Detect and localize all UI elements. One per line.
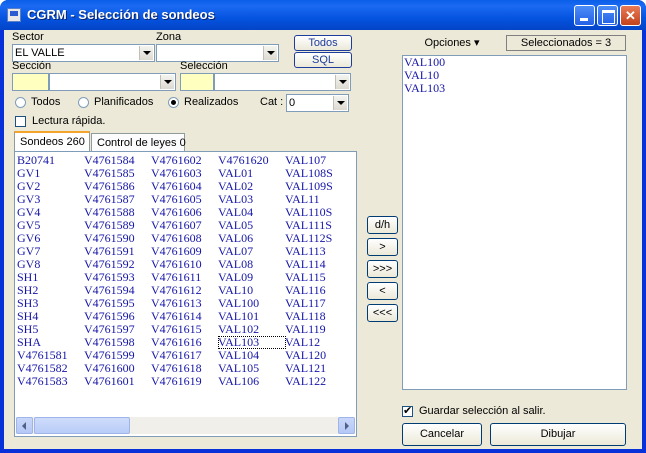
close-icon: ✕	[625, 8, 636, 23]
cat-label: Cat :	[260, 96, 284, 108]
chevron-down-icon[interactable]	[139, 46, 153, 60]
cancel-button[interactable]: Cancelar	[402, 423, 482, 446]
radio-realizados[interactable]	[168, 97, 179, 108]
seccion-color-swatch	[12, 73, 49, 91]
todos-button[interactable]: Todos	[294, 35, 352, 51]
grid-column: V4761584 V4761585 V4761586 V4761587 V4761588…	[84, 154, 152, 388]
lectura-rapida-label: Lectura rápida.	[32, 115, 106, 127]
window-title: CGRM - Selección de sondeos	[27, 7, 215, 22]
list-item[interactable]: V4761583	[17, 375, 85, 388]
dialog-body: Sector EL VALLE Zona Todos SQL Sección S…	[4, 30, 642, 449]
guardar-label: Guardar selección al salir.	[419, 405, 546, 417]
cat-combo[interactable]: 0	[286, 94, 349, 112]
radio-todos[interactable]	[15, 97, 26, 108]
chevron-down-icon[interactable]	[333, 96, 347, 110]
zona-label: Zona	[156, 31, 182, 43]
sector-label: Sector	[12, 31, 44, 43]
sql-button[interactable]: SQL	[294, 52, 352, 68]
radio-planificados[interactable]	[78, 97, 89, 108]
draw-button[interactable]: Dibujar	[490, 423, 626, 446]
chevron-down-icon[interactable]	[263, 46, 277, 60]
list-item[interactable]: VAL122	[285, 375, 353, 388]
tab-control-count: 0	[179, 137, 186, 149]
grid-column: V4761602 V4761603 V4761604 V4761605 V4761606…	[151, 154, 219, 388]
horizontal-scrollbar[interactable]	[16, 417, 355, 434]
cat-value: 0	[289, 97, 296, 109]
minimize-button[interactable]	[574, 5, 595, 26]
maximize-button[interactable]	[597, 5, 618, 26]
seleccion-color-swatch	[180, 73, 214, 91]
tab-sondeos-label: Sondeos	[20, 136, 64, 148]
seleccion-label: Selección	[180, 60, 228, 72]
opciones-label: Opciones	[424, 37, 471, 49]
seleccion-combo[interactable]	[214, 73, 351, 91]
tab-sondeos-count: 260	[66, 136, 85, 148]
options-bar: Opciones ▾ Seleccionados = 3	[402, 33, 632, 53]
selected-count: Seleccionados = 3	[506, 35, 626, 51]
selected-list[interactable]: VAL100 VAL10 VAL103	[402, 55, 627, 390]
list-item[interactable]: VAL106	[218, 375, 286, 388]
add-selected-button[interactable]: >	[367, 238, 398, 256]
grid-column: B20741 GV1 GV2 GV3 GV4 GV5 GV6 GV7 GV8 SH1 SH2 SH3 S…	[17, 154, 85, 388]
chevron-down-icon: ▾	[474, 37, 480, 49]
chevron-down-icon[interactable]	[160, 75, 174, 89]
sector-value: EL VALLE	[15, 47, 65, 59]
close-button[interactable]: ✕	[620, 5, 641, 26]
tab-control-label: Control de leyes	[97, 137, 177, 149]
tab-control-de-leyes[interactable]: Control de leyes 0	[91, 133, 186, 152]
lectura-rapida-checkbox[interactable]	[15, 116, 26, 127]
sondeos-grid[interactable]: B20741 GV1 GV2 GV3 GV4 GV5 GV6 GV7 GV8 SH1 SH2 SH3 S…	[17, 154, 354, 414]
chevron-down-icon[interactable]	[335, 75, 349, 89]
scroll-right-icon[interactable]	[338, 417, 355, 434]
remove-all-button[interactable]: <<<	[367, 304, 398, 322]
grid-column: VAL107 VAL108S VAL109S VAL11 VAL110S VAL111S V…	[285, 154, 353, 388]
scroll-left-icon[interactable]	[16, 417, 33, 434]
list-item[interactable]: V4761601	[84, 375, 152, 388]
seccion-label: Sección	[12, 60, 52, 72]
radio-planificados-label: Planificados	[94, 96, 154, 108]
grid-column: V4761620 VAL01 VAL02 VAL03 VAL04 VAL05 VAL06 VA…	[218, 154, 286, 388]
title-bar[interactable]: CGRM - Selección de sondeos ✕	[0, 0, 646, 30]
scroll-thumb[interactable]	[34, 417, 130, 434]
app-icon[interactable]	[7, 8, 21, 22]
radio-todos-label: Todos	[31, 96, 61, 108]
guardar-checkbox[interactable]	[402, 404, 413, 417]
seccion-combo[interactable]	[49, 73, 176, 91]
selected-list-item[interactable]: VAL103	[403, 82, 626, 95]
list-item[interactable]: V4761619	[151, 375, 219, 388]
add-all-button[interactable]: >>>	[367, 260, 398, 278]
tab-sondeos[interactable]: Sondeos 260	[14, 131, 90, 152]
app-window: CGRM - Selección de sondeos ✕ Sector EL …	[0, 0, 646, 453]
transpose-button[interactable]: d/h	[367, 216, 398, 234]
sondeos-list[interactable]: B20741 GV1 GV2 GV3 GV4 GV5 GV6 GV7 GV8 SH1 SH2 SH3 S…	[14, 151, 357, 437]
remove-selected-button[interactable]: <	[367, 282, 398, 300]
opciones-menu-button[interactable]: Opciones ▾	[402, 33, 502, 53]
radio-realizados-label: Realizados	[184, 96, 239, 108]
